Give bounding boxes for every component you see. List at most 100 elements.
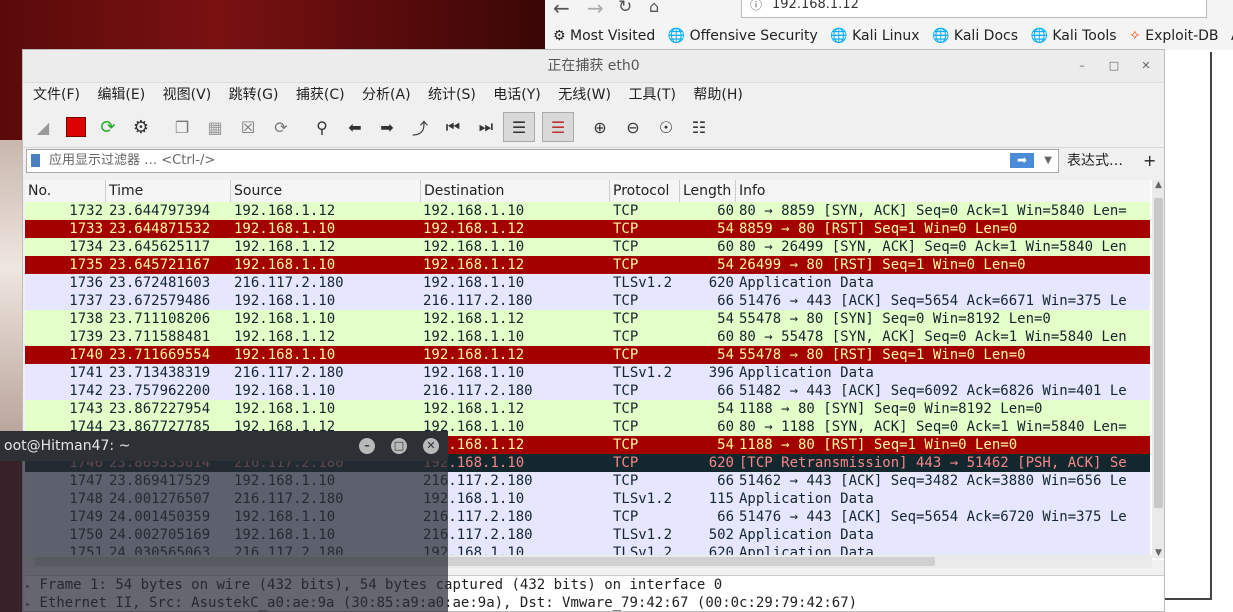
- filter-placeholder: 应用显示过滤器 … <Ctrl-/>: [49, 153, 216, 168]
- cell-no: 1738: [69, 311, 103, 327]
- cell-no: 1736: [69, 275, 103, 291]
- maximize-icon[interactable]: □: [1106, 59, 1122, 75]
- column-destination[interactable]: Destination: [420, 180, 609, 202]
- auto-scroll-icon[interactable]: ☰: [503, 112, 535, 142]
- bookmark-kali-tools[interactable]: 🌐 Kali Tools: [1030, 24, 1116, 48]
- add-filter-button[interactable]: +: [1143, 149, 1156, 173]
- menu-tools[interactable]: 工具(T): [628, 87, 675, 103]
- bookmark-kali-docs[interactable]: 🌐 Kali Docs: [932, 24, 1018, 48]
- go-next-icon[interactable]: ➡: [375, 115, 399, 139]
- cell-dst: 192.168.1.12: [423, 401, 525, 417]
- table-row[interactable]: 1743 23.867227954 192.168.1.10 192.168.1.12…: [25, 400, 1150, 418]
- url-bar[interactable]: ⓘ 192.168.1.12: [741, 0, 1207, 18]
- close-icon[interactable]: ✕: [423, 438, 439, 454]
- vertical-scrollbar[interactable]: ▲ ▼: [1152, 180, 1164, 558]
- close-file-icon[interactable]: ☒: [236, 115, 260, 139]
- menu-statistics[interactable]: 统计(S): [428, 87, 476, 103]
- last-packet-icon[interactable]: ⏭: [474, 115, 498, 139]
- info-icon[interactable]: ⓘ: [750, 0, 762, 15]
- bookmarks-toolbar: ⚙ Most Visited 🌐 Offensive Security 🌐 Ka…: [545, 24, 1233, 50]
- cell-len: 54: [717, 311, 734, 327]
- cell-proto: TCP: [613, 455, 639, 471]
- forward-icon[interactable]: →: [587, 0, 604, 20]
- cell-dst: 192.168.1.10: [423, 203, 525, 219]
- reload-icon[interactable]: ↻: [618, 0, 632, 17]
- scroll-down-icon[interactable]: ▼: [1152, 548, 1164, 558]
- cell-proto: TLSv1.2: [613, 491, 673, 507]
- zoom-normal-icon[interactable]: ☉: [654, 115, 678, 139]
- apply-filter-icon[interactable]: ➡: [1010, 153, 1034, 168]
- close-icon[interactable]: ✕: [1138, 59, 1154, 75]
- table-row[interactable]: 1742 23.757962200 192.168.1.10 216.117.2.18…: [25, 382, 1150, 400]
- home-icon[interactable]: ⌂: [649, 0, 659, 16]
- table-row[interactable]: 1733 23.644871532 192.168.1.10 192.168.1.12…: [25, 220, 1150, 238]
- column-protocol[interactable]: Protocol: [609, 180, 679, 202]
- scroll-thumb[interactable]: [1154, 198, 1163, 508]
- go-previous-icon[interactable]: ⬅: [343, 115, 367, 139]
- cell-time: 23.644871532: [109, 221, 211, 237]
- cell-dst: 192.168.1.10: [423, 329, 525, 345]
- stop-capture-icon[interactable]: [64, 115, 88, 139]
- column-length[interactable]: Length: [679, 180, 735, 202]
- expression-button[interactable]: 表达式…: [1067, 149, 1123, 173]
- menu-view[interactable]: 视图(V): [163, 87, 212, 103]
- bookmark-filter-icon[interactable]: [31, 154, 40, 167]
- table-row[interactable]: 1734 23.645625117 192.168.1.12 192.168.1.10…: [25, 238, 1150, 256]
- cell-no: 1739: [69, 329, 103, 345]
- zoom-in-icon[interactable]: ⊕: [588, 115, 612, 139]
- table-row[interactable]: 1735 23.645721167 192.168.1.10 192.168.1.12…: [25, 256, 1150, 274]
- shark-fin-start-icon[interactable]: ◢: [31, 115, 55, 139]
- minimize-icon[interactable]: –: [359, 438, 375, 454]
- scroll-up-icon[interactable]: ▲: [1152, 180, 1164, 190]
- menu-telephony[interactable]: 电话(Y): [493, 87, 540, 103]
- colorize-icon[interactable]: ☰: [542, 112, 574, 142]
- first-packet-icon[interactable]: ⏮: [441, 115, 465, 139]
- table-row[interactable]: 1732 23.644797394 192.168.1.12 192.168.1.10…: [25, 202, 1150, 220]
- display-filter-input[interactable]: 应用显示过滤器 … <Ctrl-/> ➡ ▼: [26, 149, 1059, 173]
- capture-options-icon[interactable]: ⚙: [129, 115, 153, 139]
- go-to-packet-icon[interactable]: ⤴: [408, 115, 432, 139]
- menu-capture[interactable]: 捕获(C): [296, 87, 345, 103]
- cell-time: 23.711588481: [109, 329, 211, 345]
- cell-len: 66: [717, 293, 734, 309]
- chevron-down-icon[interactable]: ▼: [1044, 150, 1052, 172]
- reload-file-icon[interactable]: ⟳: [269, 115, 293, 139]
- cell-len: 620: [708, 275, 734, 291]
- table-row[interactable]: 1737 23.672579486 192.168.1.10 216.117.2.18…: [25, 292, 1150, 310]
- cell-info: 1188 → 80 [SYN] Seq=0 Win=8192 Len=0: [739, 401, 1043, 417]
- bookmark-kali-linux[interactable]: 🌐 Kali Linux: [830, 24, 919, 48]
- column-source[interactable]: Source: [230, 180, 420, 202]
- back-icon[interactable]: ←: [553, 0, 570, 20]
- column-no[interactable]: No.: [25, 180, 105, 202]
- menu-wireless[interactable]: 无线(W): [558, 87, 611, 103]
- minimize-icon[interactable]: –: [1074, 59, 1090, 75]
- table-row[interactable]: 1738 23.711108206 192.168.1.10 192.168.1.12…: [25, 310, 1150, 328]
- table-row[interactable]: 1739 23.711588481 192.168.1.12 192.168.1.10…: [25, 328, 1150, 346]
- terminal-title: oot@Hitman47: ~: [4, 438, 131, 454]
- menu-edit[interactable]: 编辑(E): [97, 87, 145, 103]
- menu-help[interactable]: 帮助(H): [693, 87, 742, 103]
- save-file-icon[interactable]: ▦: [203, 115, 227, 139]
- restart-capture-icon[interactable]: ⟳: [96, 115, 120, 139]
- maximize-icon[interactable]: □: [391, 438, 407, 454]
- cell-proto: TCP: [613, 239, 639, 255]
- menu-analyze[interactable]: 分析(A): [362, 87, 411, 103]
- table-row[interactable]: 1736 23.672481603 216.117.2.180 192.168.1.1…: [25, 274, 1150, 292]
- table-row[interactable]: 1740 23.711669554 192.168.1.10 192.168.1.12…: [25, 346, 1150, 364]
- find-packet-icon[interactable]: ⚲: [310, 115, 334, 139]
- cell-dst: 192.168.1.10: [423, 239, 525, 255]
- table-row[interactable]: 1741 23.713438319 216.117.2.180 192.168.1.1…: [25, 364, 1150, 382]
- zoom-out-icon[interactable]: ⊖: [621, 115, 645, 139]
- bookmark-most-visited[interactable]: ⚙ Most Visited: [553, 24, 655, 48]
- menu-go[interactable]: 跳转(G): [229, 87, 279, 103]
- column-time[interactable]: Time: [105, 180, 230, 202]
- cell-len: 502: [708, 527, 734, 543]
- cell-proto: TCP: [613, 257, 639, 273]
- cell-src: 192.168.1.10: [234, 401, 336, 417]
- bookmark-exploit-db[interactable]: ✧ Exploit-DB: [1129, 24, 1218, 48]
- resize-columns-icon[interactable]: ☷: [687, 115, 711, 139]
- menu-file[interactable]: 文件(F): [33, 87, 80, 103]
- open-file-icon[interactable]: ❐: [170, 115, 194, 139]
- column-info[interactable]: Info: [735, 180, 1150, 202]
- bookmark-offensive-security[interactable]: 🌐 Offensive Security: [668, 24, 818, 48]
